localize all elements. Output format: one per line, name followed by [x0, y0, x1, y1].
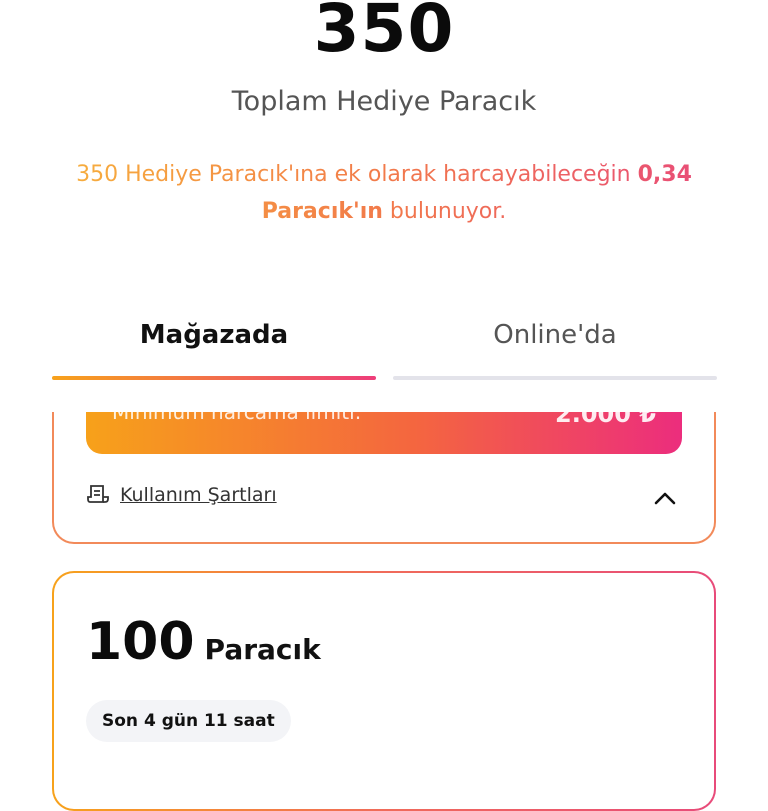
- tab-bar: Mağazada Online'da: [52, 318, 717, 380]
- offer-amount-number: 100: [86, 612, 195, 672]
- terms-link[interactable]: Kullanım Şartları: [86, 484, 277, 506]
- tab-in-store[interactable]: Mağazada: [52, 318, 376, 380]
- terms-label[interactable]: Kullanım Şartları: [120, 484, 277, 506]
- tab-online-indicator: [393, 376, 717, 380]
- extra-balance-info: 350 Hediye Paracık'ına ek olarak harcaya…: [48, 156, 720, 230]
- offer-amount: 100 Paracık: [86, 612, 321, 672]
- time-left-badge: Son 4 gün 11 saat: [86, 700, 291, 742]
- chevron-up-icon[interactable]: [652, 488, 678, 508]
- info-text-1: 350 Hediye Paracık'ına ek olarak harcaya…: [76, 162, 638, 187]
- tab-in-store-indicator: [52, 376, 376, 380]
- total-paracik-label: Toplam Hediye Paracık: [231, 86, 537, 117]
- document-icon: [87, 485, 109, 503]
- total-paracik-amount: 350: [313, 0, 455, 67]
- offer-card[interactable]: [52, 571, 716, 811]
- tab-online[interactable]: Online'da: [393, 318, 717, 380]
- tab-online-label: Online'da: [493, 320, 617, 350]
- offer-amount-unit: Paracık: [204, 633, 321, 666]
- info-text-2: bulunuyor.: [382, 199, 507, 224]
- tab-in-store-label: Mağazada: [139, 320, 289, 350]
